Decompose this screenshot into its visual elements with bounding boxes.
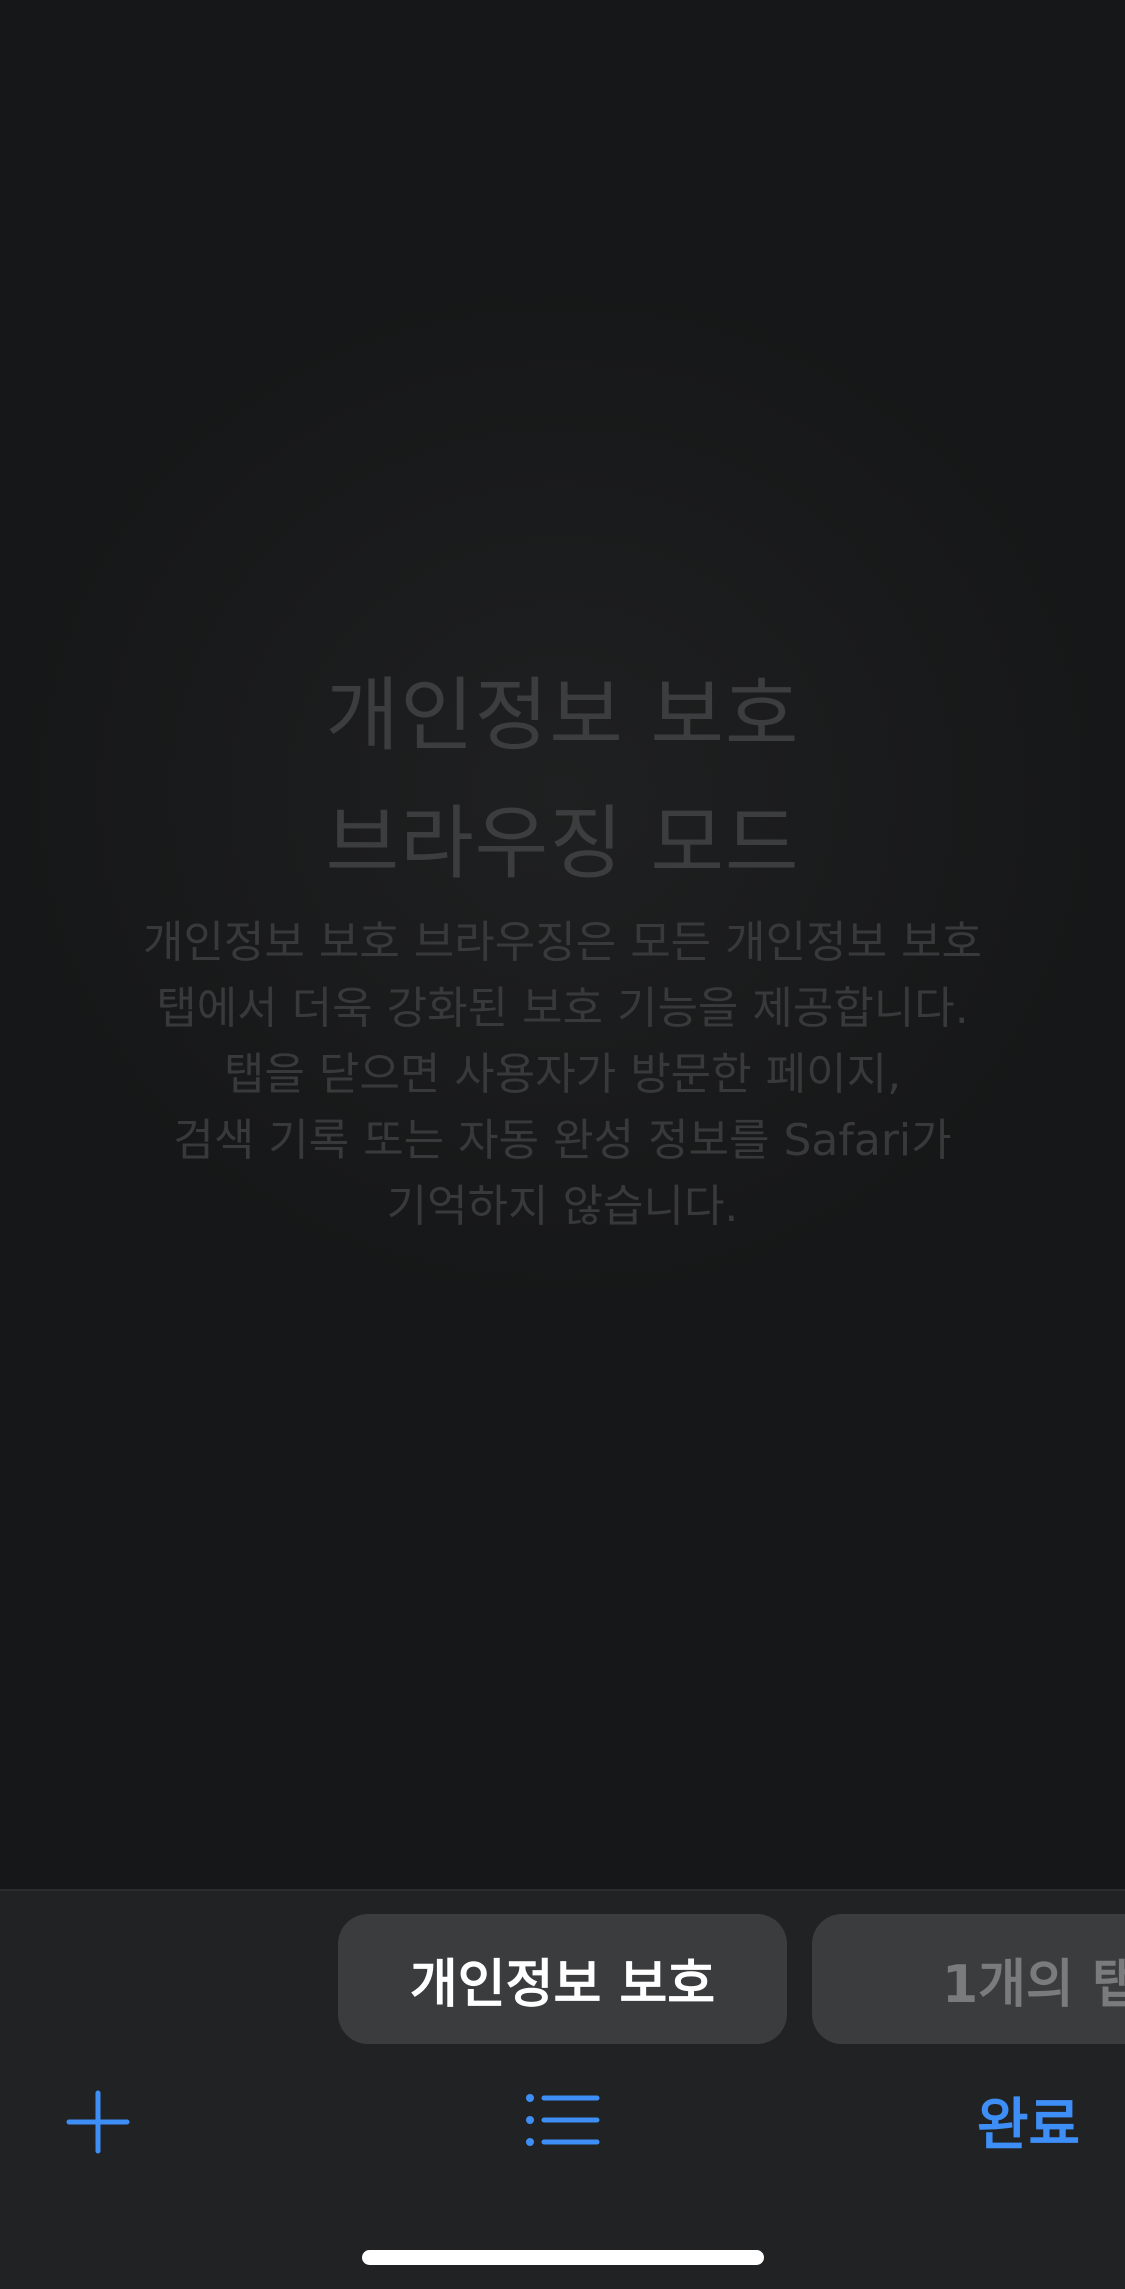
private-title-line-1: 개인정보 보호	[325, 669, 800, 762]
plus-icon	[66, 2090, 130, 2154]
done-button[interactable]: 완료	[950, 2080, 1080, 2160]
new-tab-button[interactable]	[58, 2082, 138, 2162]
desc-line-1: 개인정보 보호 브라우징은 모든 개인정보 보호	[142, 917, 983, 968]
private-tab-group-button[interactable]: 개인정보 보호	[338, 1914, 787, 2044]
tabs-group-button[interactable]: 1개의 탭	[812, 1914, 1125, 2044]
tab-list-button[interactable]	[520, 2085, 605, 2155]
private-browsing-title: 개인정보 보호 브라우징 모드	[0, 652, 1125, 908]
private-title-line-2: 브라우징 모드	[325, 797, 800, 890]
desc-line-2: 탭에서 더욱 강화된 보호 기능을 제공합니다.	[156, 983, 969, 1034]
tabs-group-label: 1개의 탭	[942, 1954, 1125, 2015]
desc-line-4: 검색 기록 또는 자동 완성 정보를 Safari가	[173, 1115, 952, 1166]
private-browsing-description: 개인정보 보호 브라우징은 모든 개인정보 보호 탭에서 더욱 강화된 보호 기…	[80, 910, 1045, 1240]
desc-line-3: 탭을 닫으면 사용자가 방문한 페이지,	[223, 1049, 902, 1100]
private-browsing-background: 개인정보 보호 브라우징 모드 개인정보 보호 브라우징은 모든 개인정보 보호…	[0, 0, 1125, 1889]
home-indicator[interactable]	[362, 2250, 764, 2265]
desc-line-5: 기억하지 않습니다.	[386, 1181, 739, 1232]
list-icon	[525, 2094, 599, 2146]
private-tab-group-label: 개인정보 보호	[409, 1954, 716, 2015]
